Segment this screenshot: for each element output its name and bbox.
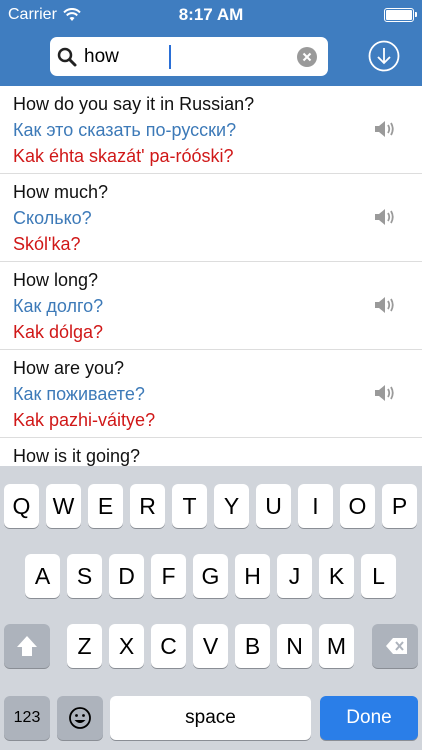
done-key[interactable]: Done [320, 696, 418, 740]
key-o[interactable]: O [340, 484, 375, 528]
key-u[interactable]: U [256, 484, 291, 528]
key-v[interactable]: V [193, 624, 228, 668]
key-p[interactable]: P [382, 484, 417, 528]
key-m[interactable]: M [319, 624, 354, 668]
key-e[interactable]: E [88, 484, 123, 528]
key-d[interactable]: D [109, 554, 144, 598]
key-g[interactable]: G [193, 554, 228, 598]
english-phrase: How do you say it in Russian? [13, 94, 255, 114]
russian-phrase: Как долго? [13, 296, 104, 316]
download-icon[interactable] [368, 40, 400, 72]
key-f[interactable]: F [151, 554, 186, 598]
status-bar: Carrier 8:17 AM [0, 0, 422, 30]
speaker-icon[interactable] [373, 118, 397, 140]
key-a[interactable]: A [25, 554, 60, 598]
transliteration: Kak pazhi-váitye? [13, 410, 156, 430]
list-item[interactable]: How long? Как долго? Kak dólga? [0, 262, 422, 350]
key-k[interactable]: K [319, 554, 354, 598]
list-item[interactable]: How are you? Как поживаете? Kak pazhi-vá… [0, 350, 422, 438]
key-x[interactable]: X [109, 624, 144, 668]
shift-icon [17, 636, 37, 656]
header-bar: Carrier 8:17 AM [0, 0, 422, 86]
russian-phrase: Сколько? [13, 208, 92, 228]
key-h[interactable]: H [235, 554, 270, 598]
search-box[interactable] [50, 37, 328, 76]
key-i[interactable]: I [298, 484, 333, 528]
speaker-icon[interactable] [373, 382, 397, 404]
list-item[interactable]: How do you say it in Russian? Как это ск… [0, 86, 422, 174]
key-l[interactable]: L [361, 554, 396, 598]
status-time: 8:17 AM [178, 5, 244, 24]
numbers-key[interactable]: 123 [4, 696, 50, 740]
battery-icon [384, 8, 417, 22]
clear-x-glyph [302, 52, 312, 62]
list-item[interactable]: How much? Сколько? Skól'ka? [0, 174, 422, 262]
english-phrase: How are you? [13, 358, 125, 378]
search-icon [57, 47, 77, 67]
transliteration: Kak dólga? [13, 322, 104, 342]
transliteration: Skól'ka? [13, 234, 81, 254]
backspace-icon [386, 638, 407, 654]
clear-icon[interactable] [297, 47, 317, 67]
keyboard: QWERTYUIOP ASDFGHJKL ZXCVBNM 123 space D… [0, 466, 422, 750]
english-phrase: How long? [13, 270, 99, 290]
key-t[interactable]: T [172, 484, 207, 528]
key-q[interactable]: Q [4, 484, 39, 528]
key-b[interactable]: B [235, 624, 270, 668]
transliteration: Kak éhta skazát' pa-róóski? [13, 146, 234, 166]
battery-fill [386, 10, 412, 20]
key-r[interactable]: R [130, 484, 165, 528]
backspace-key[interactable] [372, 624, 418, 668]
key-j[interactable]: J [277, 554, 312, 598]
emoji-icon [69, 707, 91, 729]
list-item[interactable]: How is it going? [0, 438, 422, 466]
english-phrase: How much? [13, 182, 109, 202]
text-caret [169, 45, 171, 69]
key-c[interactable]: C [151, 624, 186, 668]
russian-phrase: Как поживаете? [13, 384, 145, 404]
emoji-key[interactable] [57, 696, 103, 740]
shift-key[interactable] [4, 624, 50, 668]
key-n[interactable]: N [277, 624, 312, 668]
russian-phrase: Как это сказать по-русски? [13, 120, 237, 140]
search-input[interactable] [84, 43, 284, 71]
results-list[interactable]: How do you say it in Russian? Как это ск… [0, 86, 422, 466]
key-s[interactable]: S [67, 554, 102, 598]
speaker-icon[interactable] [373, 294, 397, 316]
key-y[interactable]: Y [214, 484, 249, 528]
speaker-icon[interactable] [373, 206, 397, 228]
space-key[interactable]: space [110, 696, 311, 740]
key-w[interactable]: W [46, 484, 81, 528]
english-phrase: How is it going? [13, 446, 141, 466]
key-z[interactable]: Z [67, 624, 102, 668]
